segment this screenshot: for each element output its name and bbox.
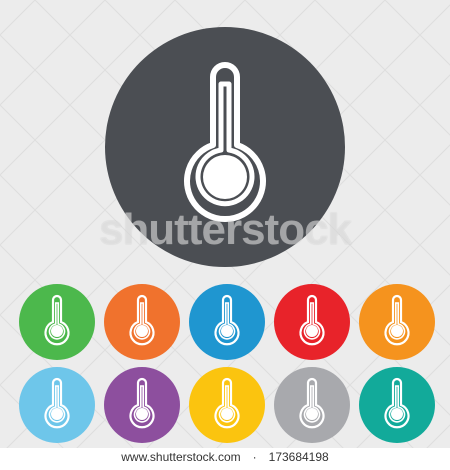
thermometer-bulb: [391, 408, 403, 420]
footer-image-id: 173684198: [268, 450, 329, 464]
thermometer-bulb: [136, 325, 148, 337]
small-thermometer-icon: [274, 367, 350, 443]
thermometer-bulb-fill: [203, 155, 247, 199]
small-thermometer-icon: [274, 284, 350, 360]
footer-separator: ·: [252, 450, 257, 464]
thermometer-bulb: [136, 408, 148, 420]
large-thermometer-icon: [105, 27, 345, 267]
small-thermometer-icon: [19, 284, 95, 360]
thermometer-bulb: [306, 408, 318, 420]
small-thermometer-icon: [189, 284, 265, 360]
small-thermometer-icon: [104, 284, 180, 360]
small-thermometer-icon: [359, 284, 435, 360]
thermometer-bulb: [51, 408, 63, 420]
thermometer-bulb: [391, 325, 403, 337]
small-thermometer-icon: [104, 367, 180, 443]
thermometer-bulb: [221, 325, 233, 337]
thermometer-bulb: [51, 325, 63, 337]
footer-text: www.shutterstock.com · 173684198: [0, 450, 450, 464]
small-thermometer-icon: [359, 367, 435, 443]
small-thermometer-icon: [19, 367, 95, 443]
small-thermometer-icon: [189, 367, 265, 443]
footer-site: www.shutterstock.com: [121, 450, 241, 464]
thermometer-bulb: [306, 325, 318, 337]
thermometer-bulb: [221, 408, 233, 420]
